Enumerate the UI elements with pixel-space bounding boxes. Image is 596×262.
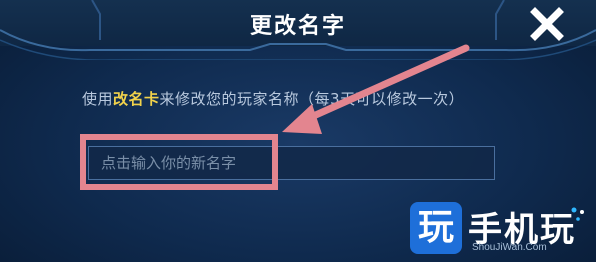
watermark-subtext: ShouJiWan.Com: [472, 242, 547, 253]
rename-hint-text: 使用改名卡来修改您的玩家名称（每3天可以修改一次）: [82, 88, 532, 109]
hint-suffix: 来修改您的玩家名称（每3天可以修改一次）: [159, 90, 465, 108]
hint-prefix: 使用: [82, 90, 114, 108]
watermark-tile: 玩: [410, 202, 462, 254]
rename-dialog: 更改名字 使用改名卡来修改您的玩家名称（每3天可以修改一次） 玩 手机玩 Sho…: [0, 0, 596, 262]
new-name-input[interactable]: [88, 146, 495, 180]
close-button[interactable]: [527, 4, 567, 44]
sparkle-icon: [571, 207, 584, 221]
close-icon: [530, 7, 564, 41]
rename-card-item: 改名卡: [113, 90, 160, 108]
watermark-logo: 玩 手机玩 ShouJiWan.Com: [410, 200, 590, 258]
dialog-title: 更改名字: [249, 14, 346, 39]
